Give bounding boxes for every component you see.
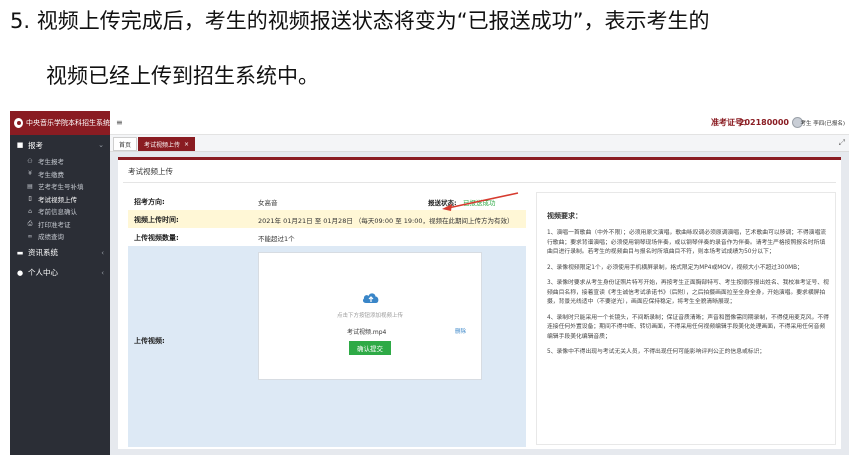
user-name[interactable]: 考生 李四(已报名) (800, 119, 845, 127)
form-icon: ▤ (27, 182, 33, 190)
tab-home[interactable]: 首页 (113, 137, 138, 151)
requirement-item: 3、录像时要求从考生身份证照片特写开始，再按考生正面胸部特写、考生按顺序报出姓名… (547, 280, 829, 305)
annotation-arrow (442, 192, 519, 211)
sidebar-item-register[interactable]: ⚇ 考生报考 (10, 155, 110, 168)
menu-icon[interactable]: ≡ (116, 118, 123, 127)
content-panel: 考试视频上传 招考方向: 女高音 报送状态: 已报送成功 视频上传时间: 202… (118, 157, 841, 449)
expand-icon[interactable]: ⤢ (839, 138, 845, 148)
tab-label: 考试视频上传 (144, 141, 181, 149)
sidebar-item-label: 成绩查询 (38, 233, 64, 242)
sidebar-item-scores[interactable]: ∞ 成绩查询 (10, 230, 110, 243)
confirm-submit-button[interactable]: 确认提交 (349, 341, 391, 355)
instruction-line-1: 5. 视频上传完成后，考生的视频报送状态将变为“已报送成功”，表示考生的 (10, 9, 710, 33)
cloud-upload-icon (362, 293, 379, 303)
requirement-item: 2、录像视频限定1个，必须使用手机横屏录制，格式限定为MP4或MOV，视频大小不… (547, 264, 803, 271)
sidebar-group-label: 报考 (28, 140, 43, 150)
sidebar-item-fill-number[interactable]: ▤ 艺考考生号补填 (10, 180, 110, 193)
sidebar-group-baokao[interactable]: ■ 报考 ⌄ (10, 135, 110, 155)
sidebar-item-label: 考前信息确认 (38, 208, 77, 217)
tab-label: 首页 (119, 141, 132, 149)
sidebar-item-confirm-info[interactable]: ⌂ 考前信息确认 (10, 205, 110, 218)
user-icon: ● (16, 268, 24, 277)
upload-label: 上传视频: (134, 337, 165, 345)
sidebar-item-label: 考生缴费 (38, 170, 64, 179)
instruction-line-2: 视频已经上传到招生系统中。 (46, 64, 319, 88)
requirement-item: 5、录像中不得出现与考试无关人员，不得出现任何可能影响评判公正的信息或标识； (547, 349, 766, 355)
sidebar-group-label: 资讯系统 (28, 248, 58, 257)
school-logo-icon (14, 118, 23, 128)
top-bar: ≡ 准考证号： 202180000 考生 李四(已报名) (110, 111, 849, 135)
logo: 中央音乐学院本科招生系统 (10, 111, 110, 135)
info-icon: ▬ (16, 248, 24, 257)
file-icon: ▯ (28, 195, 32, 203)
sidebar-group-profile[interactable]: ● 个人中心 ‹ (10, 263, 110, 283)
yen-icon: ¥ (28, 170, 32, 178)
sidebar-item-label: 考生报考 (38, 158, 64, 167)
sidebar-group-info[interactable]: ▬ 资讯系统 ‹ (10, 243, 110, 263)
requirement-item: 4、录制时只能采用一个长镜头，不间断录制；保证音质清晰；声音和图像需同期录制，不… (547, 314, 829, 340)
uploaded-file-name: 考试视频.mp4 (347, 329, 387, 336)
sidebar-item-payment[interactable]: ¥ 考生缴费 (10, 168, 110, 181)
logo-text: 中央音乐学院本科招生系统 (26, 119, 110, 127)
link-icon: ∞ (27, 232, 33, 240)
chevron-left-icon: ‹ (101, 268, 104, 277)
printer-icon: ⎙ (27, 219, 33, 227)
upload-dropzone[interactable]: 点击下方按钮添加视频上传 考试视频.mp4 删除 确认提交 (258, 252, 482, 380)
tabs-bar: 首页 考试视频上传 × ⤢ (110, 135, 849, 152)
sidebar-item-label: 考试视频上传 (38, 195, 77, 204)
briefcase-icon: ■ (16, 141, 24, 149)
close-icon[interactable]: × (184, 141, 189, 148)
sidebar-group-label: 个人中心 (28, 268, 58, 277)
house-icon: ⌂ (28, 207, 32, 215)
requirements-list: 1、演唱一首歌曲（中外不限）；必须用原文演唱，歌曲咏叹调必须原调演唱，艺术歌曲可… (547, 229, 829, 364)
people-icon: ⚇ (27, 157, 33, 165)
upload-hint: 点击下方按钮添加视频上传 (336, 313, 403, 319)
exam-number-value: 202180000 (738, 118, 789, 127)
delete-link[interactable]: 删除 (455, 327, 466, 335)
screenshot-app: 中央音乐学院本科招生系统 ■ 报考 ⌄ ⚇ 考生报考 ¥ 考生缴费 ▤ 艺考考生… (10, 111, 849, 455)
sidebar-item-label: 打印准考证 (38, 220, 71, 229)
sidebar-item-video-upload[interactable]: ▯ 考试视频上传 (10, 193, 110, 206)
sidebar-item-label: 艺考考生号补填 (38, 183, 84, 192)
sidebar: 中央音乐学院本科招生系统 ■ 报考 ⌄ ⚇ 考生报考 ¥ 考生缴费 ▤ 艺考考生… (10, 111, 110, 455)
sidebar-item-print-ticket[interactable]: ⎙ 打印准考证 (10, 218, 110, 231)
chevron-down-icon: ⌄ (98, 141, 104, 149)
form-row-upload: 上传视频: 点击下方按钮添加视频上传 考试视频.mp4 删除 确认提交 (128, 246, 526, 447)
chevron-left-icon: ‹ (101, 248, 104, 257)
tab-video-upload[interactable]: 考试视频上传 × (138, 137, 196, 151)
